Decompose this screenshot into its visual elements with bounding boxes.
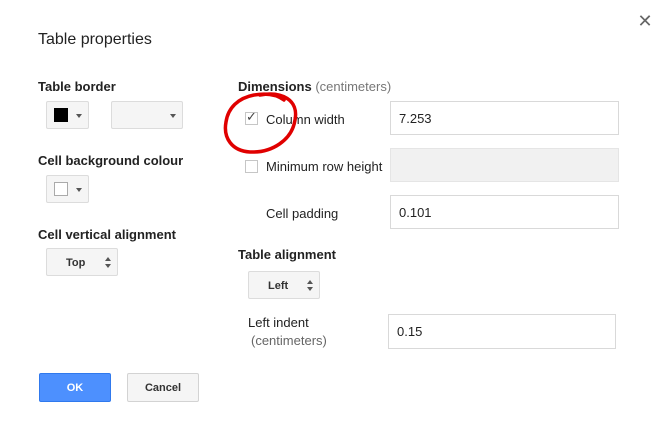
cell-padding-label: Cell padding <box>266 206 339 221</box>
column-width-input[interactable]: 7.253 <box>390 101 619 135</box>
cell-background-swatch <box>54 182 68 196</box>
spin-up-icon <box>307 280 313 284</box>
table-alignment-select[interactable]: Left <box>248 271 320 299</box>
table-alignment-label: Table alignment <box>238 247 336 262</box>
ok-button[interactable]: OK <box>39 373 111 402</box>
table-border-label: Table border <box>38 79 116 94</box>
dialog-title: Table properties <box>38 31 152 48</box>
spin-down-icon <box>105 264 111 268</box>
close-icon[interactable]: ✕ <box>636 12 654 30</box>
table-alignment-value: Left <box>268 280 289 292</box>
border-color-swatch <box>54 108 68 122</box>
vertical-alignment-value: Top <box>66 257 86 269</box>
cell-padding-input[interactable]: 0.101 <box>390 195 619 229</box>
cell-vertical-alignment-label: Cell vertical alignment <box>38 227 176 242</box>
annotation-circle <box>223 92 298 154</box>
border-width-dropdown[interactable] <box>111 101 183 129</box>
chevron-down-icon <box>76 188 82 192</box>
cell-background-dropdown[interactable] <box>46 175 89 203</box>
spin-up-icon <box>105 257 111 261</box>
cancel-button[interactable]: Cancel <box>127 373 199 402</box>
left-indent-input[interactable]: 0.15 <box>388 314 616 349</box>
min-row-height-checkbox[interactable] <box>245 160 258 173</box>
chevron-down-icon <box>170 114 176 118</box>
chevron-down-icon <box>76 114 82 118</box>
dimensions-unit: (centimeters) <box>315 79 392 94</box>
vertical-alignment-select[interactable]: Top <box>46 248 118 276</box>
min-row-height-label: Minimum row height <box>266 159 383 174</box>
border-color-dropdown[interactable] <box>46 101 89 129</box>
left-indent-label: Left indent <box>248 315 309 330</box>
left-indent-unit: (centimeters) <box>251 333 327 348</box>
min-row-height-input[interactable] <box>390 148 619 182</box>
spin-down-icon <box>307 287 313 291</box>
cell-background-label: Cell background colour <box>38 153 184 168</box>
